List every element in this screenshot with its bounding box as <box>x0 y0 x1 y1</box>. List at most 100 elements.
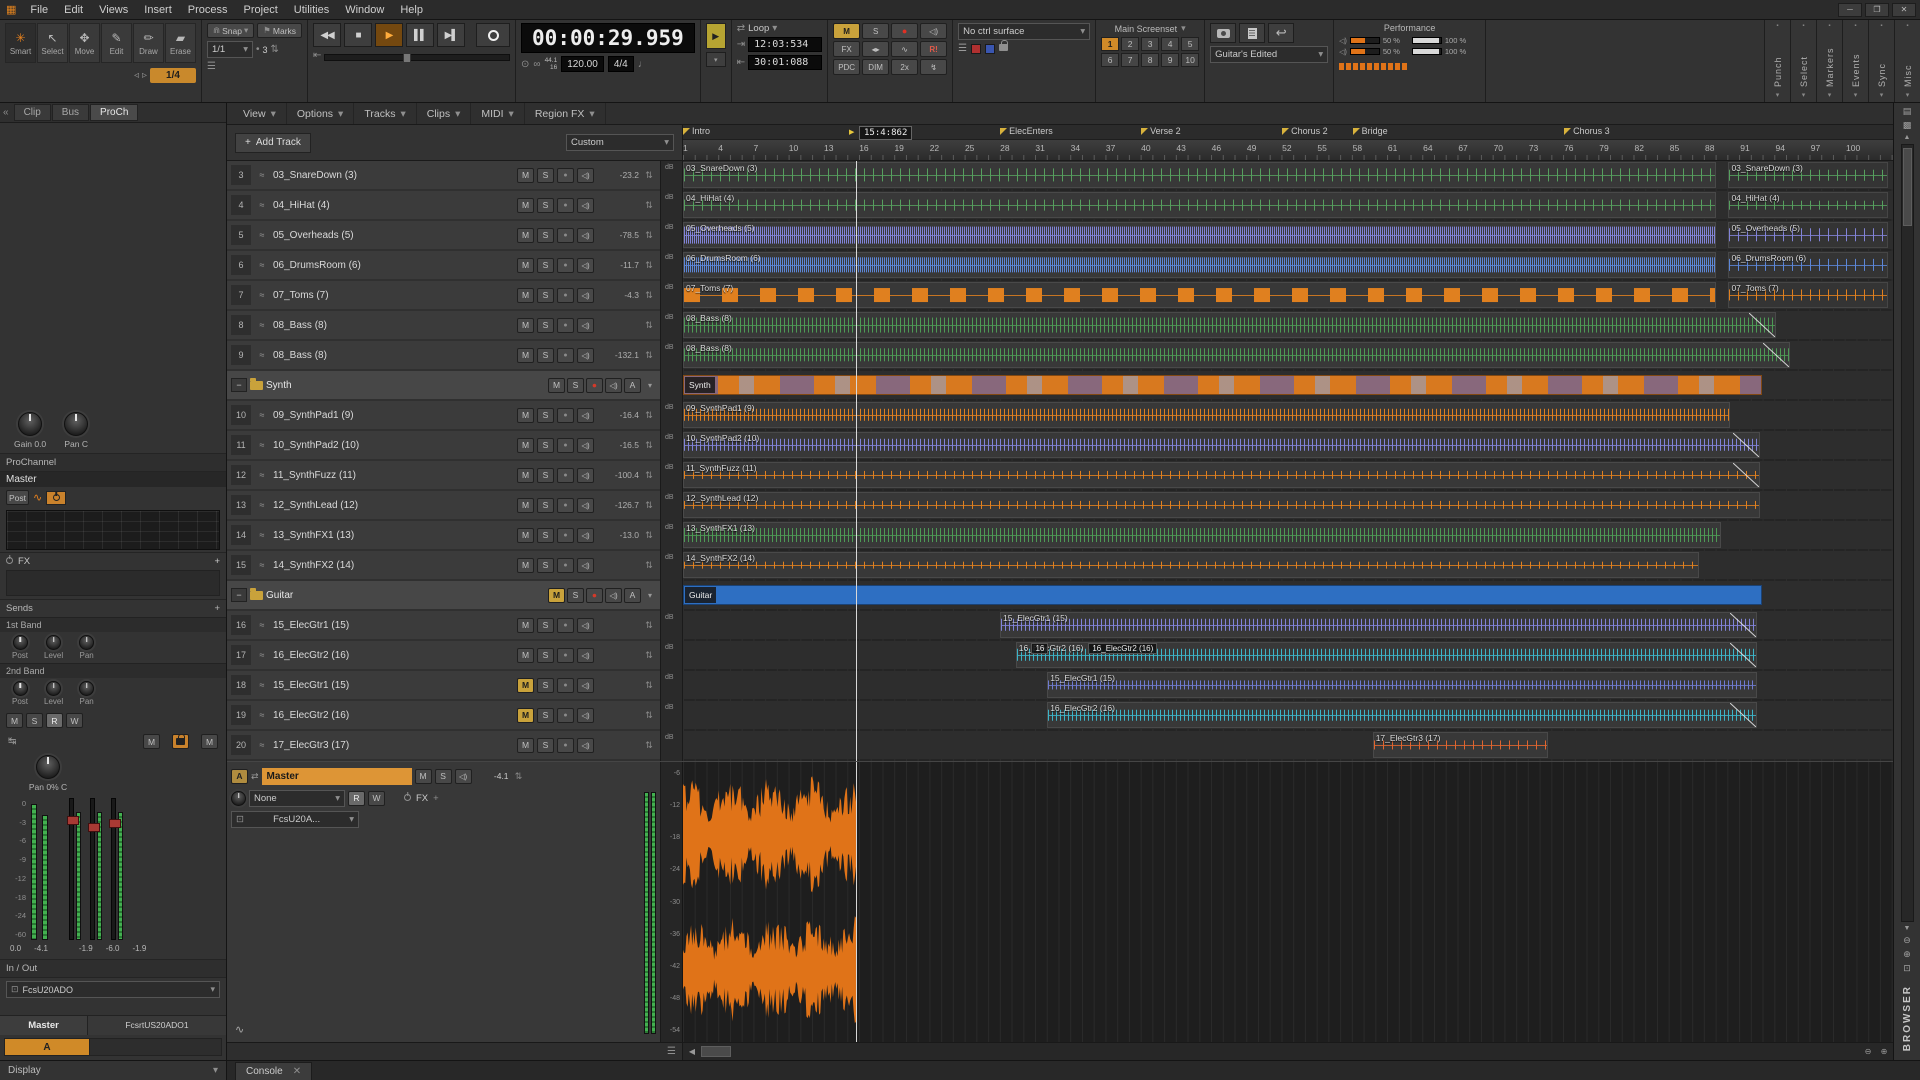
r-button[interactable]: R <box>46 713 63 728</box>
menu-clips[interactable]: Clips▾ <box>417 103 472 124</box>
minimize-button[interactable]: ─ <box>1838 3 1862 17</box>
close-button[interactable]: ✕ <box>1892 3 1916 17</box>
audio-clip[interactable]: 04_HiHat (4) <box>1728 192 1888 218</box>
solo-button[interactable]: S <box>537 438 554 453</box>
expand-button[interactable]: ▾ <box>706 52 726 67</box>
audio-clip[interactable]: 06_DrumsRoom (6) <box>1728 252 1888 278</box>
now-marker[interactable]: ▶ <box>849 128 854 136</box>
pan-knob[interactable]: Pan C <box>64 412 88 449</box>
menu-project[interactable]: Project <box>236 3 286 17</box>
display-select[interactable]: Display ▾ <box>0 1061 227 1080</box>
matrix-button-r[interactable]: R! <box>920 41 947 57</box>
trim-spinner[interactable]: ⇅ <box>642 470 656 481</box>
input-echo-button[interactable]: ◁) <box>577 408 594 423</box>
mute-button[interactable]: M <box>517 288 534 303</box>
workspace-select[interactable]: Guitar's Edited▾ <box>1210 46 1328 63</box>
audio-clip[interactable]: 09_SynthPad1 (9) <box>683 402 1730 428</box>
arm-button[interactable]: ● <box>586 588 603 603</box>
trim-spinner[interactable]: ⇅ <box>642 500 656 511</box>
audio-clip[interactable]: 03_SnareDown (3) <box>683 162 1716 188</box>
input-echo-button[interactable]: ◁) <box>577 678 594 693</box>
audio-clip[interactable]: 12_SynthLead (12) <box>683 492 1760 518</box>
list-icon[interactable]: ☰ <box>958 43 967 54</box>
input-echo-button[interactable]: ◁) <box>577 288 594 303</box>
arm-button[interactable]: ● <box>557 528 574 543</box>
audio-clip[interactable]: 15_ElecGtr1 (15) <box>1000 612 1757 638</box>
trim-spinner[interactable]: ⇅ <box>642 620 656 631</box>
arm-button[interactable]: ● <box>557 408 574 423</box>
mute-button[interactable]: M <box>517 558 534 573</box>
mono-button-2[interactable]: M <box>201 734 218 749</box>
pan-knob[interactable] <box>231 791 246 806</box>
w-button[interactable]: W <box>66 713 83 728</box>
arm-button[interactable]: ● <box>557 498 574 513</box>
audio-clip[interactable]: 13_SynthFX1 (13) <box>683 522 1721 548</box>
fx-power-icon[interactable] <box>404 793 411 804</box>
arm-button[interactable]: ● <box>557 228 574 243</box>
collapsed-module-events[interactable]: ▪Events▾ <box>1842 20 1868 102</box>
arm-button[interactable]: ● <box>557 288 574 303</box>
input-echo-button[interactable]: ◁) <box>577 438 594 453</box>
input-echo-button[interactable]: ◁) <box>577 198 594 213</box>
zoom-out-button[interactable]: ⊖ <box>1903 935 1911 946</box>
solo-button[interactable]: S <box>537 288 554 303</box>
mute-button[interactable]: M <box>517 318 534 333</box>
mute-button[interactable]: M <box>517 468 534 483</box>
next-duration-icon[interactable]: ▹ <box>142 70 147 81</box>
output-select[interactable]: ⊡FcsU20A...▾ <box>231 811 359 828</box>
arm-button[interactable]: ● <box>557 468 574 483</box>
trim-spinner[interactable]: ⇅ <box>642 440 656 451</box>
lane-options-icon[interactable]: ☰ <box>667 1046 676 1057</box>
tool-move[interactable]: ✥Move <box>69 23 100 63</box>
matrix-button-icon[interactable]: ◁) <box>920 23 947 39</box>
timeline-ruler[interactable]: IntroElecEntersVerse 2Chorus 2BridgeChor… <box>683 125 1893 160</box>
write-automation-button[interactable]: W <box>368 791 385 806</box>
menu-file[interactable]: File <box>22 3 56 17</box>
input-echo-button[interactable]: ◁) <box>577 318 594 333</box>
lock-button[interactable] <box>172 734 189 749</box>
matrix-button-m[interactable]: M <box>833 23 860 39</box>
screenset-10[interactable]: 10 <box>1181 53 1199 67</box>
menu-edit[interactable]: Edit <box>56 3 91 17</box>
fader[interactable] <box>69 798 81 940</box>
collapse-folder-button[interactable]: − <box>231 378 247 392</box>
solo-button[interactable]: S <box>537 528 554 543</box>
folder-track-synth[interactable]: −SynthMS●◁)A▾ <box>227 371 660 399</box>
menu-insert[interactable]: Insert <box>136 3 180 17</box>
track-row-15[interactable]: 15≈14_SynthFX2 (14)MS●◁)⇅ <box>227 551 660 579</box>
mute-button[interactable]: M <box>517 438 534 453</box>
fader-cap[interactable] <box>67 816 79 825</box>
input-echo-button[interactable]: ◁) <box>605 378 622 393</box>
audio-clip[interactable]: 14_SynthFX2 (14) <box>683 552 1699 578</box>
metronome-icon[interactable]: ♩ <box>638 59 648 70</box>
mute-button[interactable]: M <box>517 678 534 693</box>
band-knob-level[interactable]: Level <box>44 635 63 660</box>
automation-lane-icon[interactable]: ∿ <box>235 1023 244 1036</box>
audio-clip[interactable]: 07_Toms (7) <box>683 282 1716 308</box>
stop-button[interactable]: ■ <box>344 23 372 47</box>
marker-elecenters[interactable]: ElecEnters <box>1000 126 1053 136</box>
post-button[interactable]: Post <box>6 490 29 505</box>
folder-composite-clip[interactable]: Guitar <box>683 585 1762 605</box>
archive-button[interactable]: A <box>624 378 641 393</box>
horizontal-scrollbar[interactable]: ◀ ⊖ ⊕ <box>683 1043 1893 1060</box>
track-row-18[interactable]: 18≈15_ElecGtr1 (15)MS●◁)⇅ <box>227 671 660 699</box>
inspector-tab-clip[interactable]: Clip <box>14 104 51 121</box>
solo-button[interactable]: S <box>537 258 554 273</box>
trim-spinner[interactable]: ⇅ <box>642 320 656 331</box>
audio-clip[interactable]: 08_Bass (8) <box>683 342 1790 368</box>
track-row-11[interactable]: 11≈10_SynthPad2 (10)MS●◁)-16.5⇅ <box>227 431 660 459</box>
capture-screenset-button[interactable] <box>1210 23 1236 43</box>
mute-button[interactable]: M <box>517 708 534 723</box>
input-echo-button[interactable]: ◁) <box>455 769 472 784</box>
lock-icon[interactable] <box>999 43 1008 54</box>
solo-button[interactable]: S <box>537 198 554 213</box>
input-echo-button[interactable]: ◁) <box>577 558 594 573</box>
input-echo-button[interactable]: ◁) <box>605 588 622 603</box>
add-fx-button[interactable]: + <box>433 793 439 804</box>
band-knob-pan[interactable]: Pan <box>79 635 94 660</box>
monitor-icon[interactable]: ∞ <box>533 59 540 70</box>
solo-button[interactable]: S <box>537 408 554 423</box>
forward-button[interactable]: ▶▌ <box>437 23 465 47</box>
collapsed-module-sync[interactable]: ▪Sync▾ <box>1868 20 1894 102</box>
